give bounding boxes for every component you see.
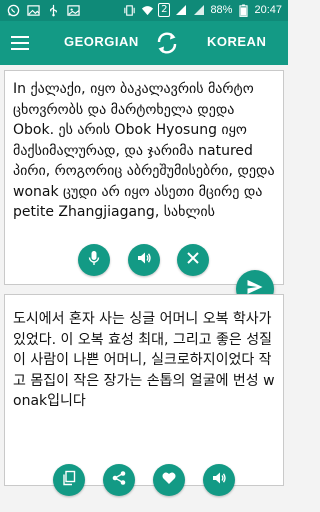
target-text-panel: 도시에서 혼자 사는 싱글 어머니 오복 학사가 있었다. 이 오복 효성 최대… bbox=[4, 294, 284, 486]
target-language-selector[interactable]: KOREAN bbox=[207, 34, 266, 49]
source-language-selector[interactable]: GEORGIAN bbox=[64, 34, 139, 49]
copy-button[interactable] bbox=[53, 464, 85, 496]
share-button[interactable] bbox=[103, 464, 135, 496]
battery-icon bbox=[236, 3, 250, 17]
sim-icon: 2 bbox=[158, 3, 171, 17]
wifi-icon bbox=[140, 3, 154, 17]
image-icon bbox=[66, 3, 80, 17]
whatsapp-icon bbox=[6, 3, 20, 17]
copy-icon bbox=[61, 470, 77, 490]
speak-source-button[interactable] bbox=[128, 244, 160, 276]
favorite-icon bbox=[161, 470, 177, 490]
battery-level: 88% bbox=[210, 4, 233, 16]
hamburger-menu-icon[interactable] bbox=[8, 31, 32, 55]
favorite-button[interactable] bbox=[153, 464, 185, 496]
status-right-icons: 2 88% 20:47 bbox=[122, 3, 282, 17]
speaker-icon bbox=[136, 250, 152, 270]
microphone-button[interactable] bbox=[78, 244, 110, 276]
clock: 20:47 bbox=[254, 4, 282, 16]
source-text: In ქალაქი, იყო ბაკალავრის მარტო ცხოვრობს… bbox=[13, 81, 275, 220]
status-left-icons bbox=[6, 3, 80, 17]
status-bar: 2 88% 20:47 bbox=[0, 0, 288, 21]
app-toolbar: GEORGIAN KOREAN bbox=[0, 21, 288, 65]
signal-icon bbox=[174, 3, 188, 17]
speaker-icon bbox=[211, 470, 227, 490]
clear-button[interactable] bbox=[177, 244, 209, 276]
swap-languages-icon[interactable] bbox=[154, 30, 180, 56]
translated-text: 도시에서 혼자 사는 싱글 어머니 오복 학사가 있었다. 이 오복 효성 최대… bbox=[13, 311, 275, 409]
signal-icon bbox=[192, 3, 206, 17]
image-icon bbox=[26, 3, 40, 17]
vibrate-icon bbox=[122, 3, 136, 17]
source-text-input[interactable]: In ქალაქი, იყო ბაკალავრის მარტო ცხოვრობს… bbox=[13, 79, 275, 229]
microphone-icon bbox=[86, 250, 102, 270]
speak-translation-button[interactable] bbox=[203, 464, 235, 496]
share-icon bbox=[111, 470, 127, 490]
clear-icon bbox=[185, 250, 201, 270]
usb-icon bbox=[46, 3, 60, 17]
